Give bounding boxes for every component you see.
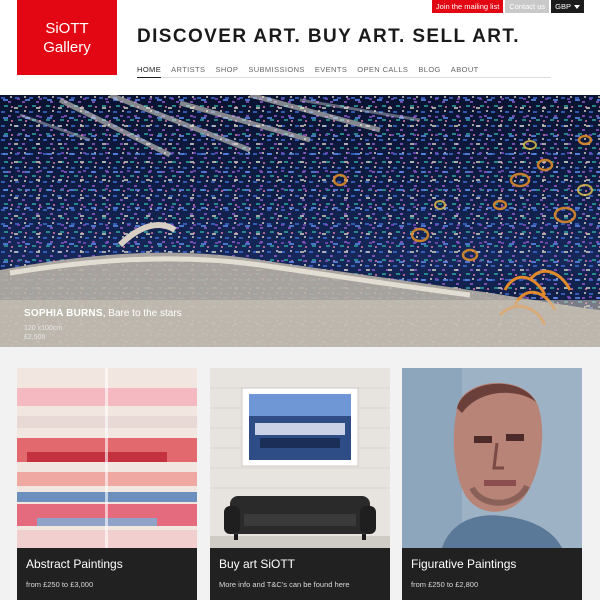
nav-item-open-calls[interactable]: OPEN CALLS xyxy=(357,64,408,78)
card-title: Figurative Paintings xyxy=(411,557,517,571)
contact-us-button[interactable]: Contact us xyxy=(505,0,550,13)
currency-value: GBP xyxy=(555,2,571,11)
card-buy-art[interactable]: Buy art SiOTT More info and T&C's can be… xyxy=(210,368,390,600)
figurative-painting-image xyxy=(402,368,582,548)
nav-item-home[interactable]: HOME xyxy=(137,64,162,78)
card-footer: Buy art SiOTT More info and T&C's can be… xyxy=(210,548,390,600)
card-subtitle: More info and T&C's can be found here xyxy=(219,580,350,589)
nav-item-blog[interactable]: BLOG xyxy=(418,64,440,78)
hero-artwork-price: £2,500 xyxy=(24,334,46,341)
site-tagline: DISCOVER ART. BUY ART. SELL ART. xyxy=(137,26,520,47)
card-footer: Figurative Paintings from £250 to £2,800 xyxy=(402,548,582,600)
card-title: Abstract Paintings xyxy=(26,557,123,571)
currency-selector[interactable]: GBP xyxy=(551,0,584,13)
hero-artwork-title: Bare to the stars xyxy=(108,308,182,319)
siott-gallery-logo[interactable]: SiOTT Gallery xyxy=(17,0,117,75)
abstract-painting-image xyxy=(17,368,197,548)
sofa-room-image xyxy=(210,368,390,548)
nav-item-submissions[interactable]: SUBMISSIONS xyxy=(248,64,305,78)
card-subtitle: from £250 to £3,000 xyxy=(26,580,94,589)
nav-item-artists[interactable]: ARTISTS xyxy=(171,64,205,78)
chevron-down-icon xyxy=(574,4,580,9)
card-figurative-paintings[interactable]: Figurative Paintings from £250 to £2,800 xyxy=(402,368,582,600)
logo-line-1: SiOTT xyxy=(45,19,89,37)
top-utility-bar: Join the mailing list Contact us GBP xyxy=(431,0,584,13)
card-title: Buy art SiOTT xyxy=(219,557,296,571)
card-footer: Abstract Paintings from £250 to £3,000 xyxy=(17,548,197,600)
main-navigation: HOME ARTISTS SHOP SUBMISSIONS EVENTS OPE… xyxy=(137,64,551,78)
nav-item-about[interactable]: ABOUT xyxy=(451,64,479,78)
hero-artist-name: SOPHIA BURNS xyxy=(24,308,103,319)
card-subtitle: from £250 to £2,800 xyxy=(411,580,479,589)
hero-caption[interactable]: SOPHIA BURNS, Bare to the stars 120 x100… xyxy=(24,303,182,341)
nav-item-shop[interactable]: SHOP xyxy=(215,64,238,78)
hero-artwork-size: 120 x100cm xyxy=(24,325,63,332)
card-abstract-paintings[interactable]: Abstract Paintings from £250 to £3,000 xyxy=(17,368,197,600)
nav-item-events[interactable]: EVENTS xyxy=(315,64,347,78)
logo-line-2: Gallery xyxy=(43,38,91,56)
join-mailing-list-button[interactable]: Join the mailing list xyxy=(431,0,504,13)
